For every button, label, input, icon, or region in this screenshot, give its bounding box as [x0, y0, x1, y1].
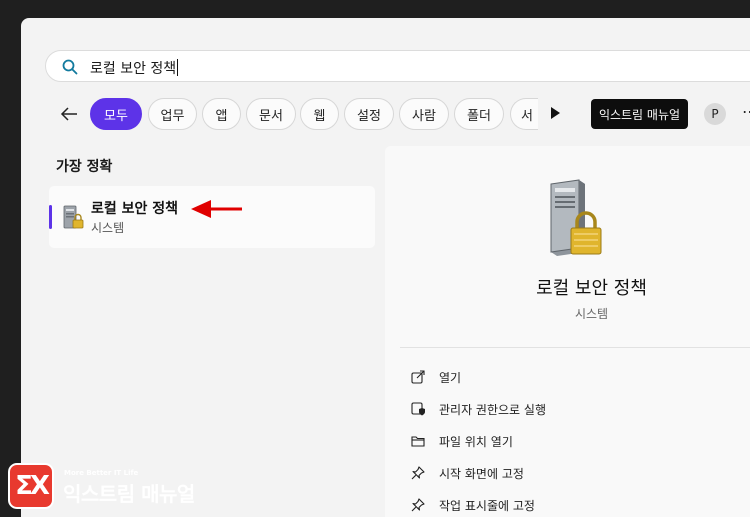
action-pin-to-taskbar-label: 작업 표시줄에 고정 [439, 498, 535, 513]
action-open[interactable]: 열기 [411, 365, 731, 389]
action-pin-to-start-label: 시작 화면에 고정 [439, 466, 524, 481]
action-open-label: 열기 [439, 370, 462, 385]
search-box[interactable]: 로컬 보안 정책 [45, 50, 750, 82]
filter-chip-work[interactable]: 업무 [148, 98, 197, 130]
filter-chip-web[interactable]: 웹 [300, 98, 339, 130]
action-pin-to-taskbar[interactable]: 작업 표시줄에 고정 [411, 493, 731, 517]
filter-chip-documents[interactable]: 문서 [246, 98, 296, 130]
filter-chip-people[interactable]: 사람 [399, 98, 449, 130]
avatar[interactable]: P [704, 103, 726, 125]
brand-name: 익스트림 매뉴얼 [63, 482, 195, 506]
local-security-policy-icon [63, 205, 84, 229]
selection-indicator [49, 205, 52, 229]
detail-title: 로컬 보안 정책 [536, 278, 647, 299]
shield-icon [411, 402, 425, 416]
filter-bar: 모두 업무 앱 문서 웹 설정 사람 폴더 서 익스트림 매뉴얼 P ⋯ [45, 98, 750, 130]
action-open-file-location-label: 파일 위치 열기 [439, 434, 513, 449]
action-pin-to-start[interactable]: 시작 화면에 고정 [411, 461, 731, 485]
best-match-heading: 가장 정확 [56, 159, 113, 175]
more-options-icon[interactable]: ⋯ [742, 102, 750, 121]
filter-chip-truncated[interactable]: 서 [510, 98, 538, 130]
back-arrow-icon[interactable] [57, 102, 81, 126]
detail-subtitle: 시스템 [574, 307, 609, 321]
filter-chip-all[interactable]: 모두 [90, 98, 142, 130]
text-caret [177, 59, 179, 76]
brand-watermark: ΣX More Better IT Life 익스트림 매뉴얼 [8, 463, 208, 511]
detail-pane: 로컬 보안 정책 시스템 열기 관리자 권한으로 실행 파일 위치 열기 시작 … [385, 146, 750, 517]
filter-chip-folders[interactable]: 폴더 [454, 98, 504, 130]
open-external-icon [411, 370, 425, 384]
action-run-as-admin[interactable]: 관리자 권한으로 실행 [411, 397, 731, 421]
brand-logo-icon: ΣX [8, 463, 54, 509]
filter-chip-apps[interactable]: 앱 [202, 98, 241, 130]
pin-icon [411, 466, 425, 480]
action-run-as-admin-label: 관리자 권한으로 실행 [439, 402, 546, 417]
brand-chip: 익스트림 매뉴얼 [591, 99, 688, 129]
search-query-text: 로컬 보안 정책 [90, 61, 177, 77]
detail-divider [400, 347, 750, 348]
local-security-policy-large-icon [550, 179, 602, 256]
filter-chip-settings[interactable]: 설정 [344, 98, 394, 130]
start-search-panel: 로컬 보안 정책 모두 업무 앱 문서 웹 설정 사람 폴더 서 익스트림 매뉴… [21, 18, 750, 517]
folder-icon [411, 436, 425, 447]
red-pointer-arrow-icon [191, 200, 242, 218]
scroll-filters-button[interactable] [551, 107, 560, 119]
pin-icon [411, 498, 425, 512]
best-match-type: 시스템 [91, 221, 125, 235]
brand-tagline: More Better IT Life [64, 469, 139, 477]
best-match-name: 로컬 보안 정책 [91, 201, 179, 217]
search-input[interactable]: 로컬 보안 정책 [90, 58, 179, 78]
search-icon [62, 59, 78, 75]
action-open-file-location[interactable]: 파일 위치 열기 [411, 429, 731, 453]
